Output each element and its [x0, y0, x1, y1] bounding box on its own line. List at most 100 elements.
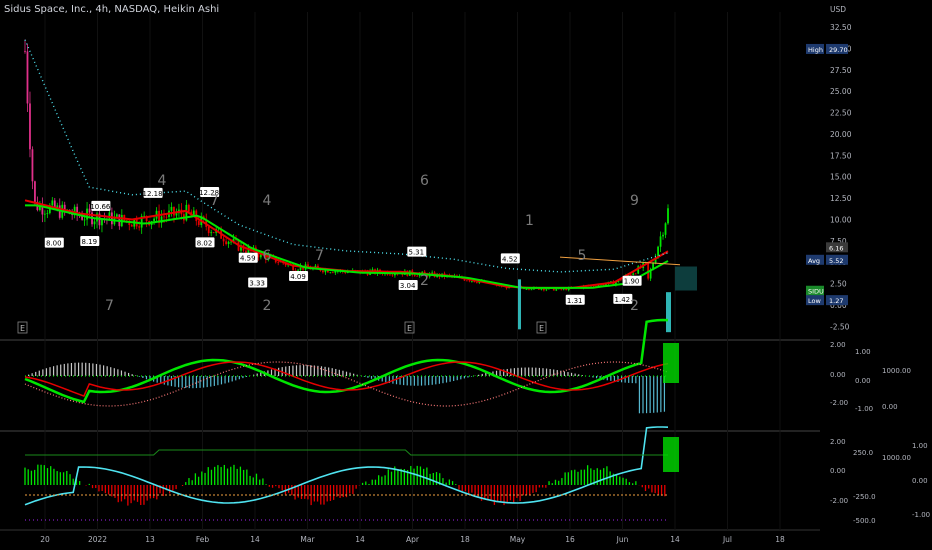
candle-body	[528, 289, 530, 290]
price-tick-label: 32.50	[830, 23, 852, 32]
axes: 32.5030.0027.5025.0022.5020.0017.5015.00…	[40, 5, 930, 544]
time-tick-label: Mar	[300, 535, 315, 544]
candle-body	[93, 221, 96, 225]
candle-body	[245, 250, 247, 253]
price-tick-label: 15.00	[830, 173, 852, 182]
avg-badge-value: 5.52	[829, 257, 843, 265]
price-callout: 10.66	[90, 203, 111, 211]
p3-tick: 0.00	[830, 467, 846, 475]
p2-tick: 1000.00	[882, 367, 911, 375]
candle-body	[46, 213, 49, 214]
price-callout: 4.59	[240, 255, 256, 263]
low-badge-label: Low	[808, 297, 821, 305]
candle-body	[138, 226, 141, 228]
price-callout: 8.02	[197, 239, 213, 247]
osc-band-dots	[24, 361, 669, 407]
candle-body	[634, 273, 637, 275]
price-callout: 4.52	[502, 255, 518, 263]
candle-body	[222, 238, 225, 242]
last-price-value: 6.16	[829, 244, 843, 252]
td-count: 7	[105, 298, 114, 314]
candle-body	[322, 270, 324, 273]
time-tick-label: Jul	[722, 535, 732, 544]
high-badge-label: High	[808, 46, 823, 54]
candle-body	[175, 213, 178, 216]
oscillator-panel[interactable]	[24, 318, 679, 414]
time-tick-label: Jun	[616, 535, 629, 544]
osc-spike	[663, 343, 679, 383]
volume-spike	[666, 292, 671, 333]
candle-body	[297, 269, 299, 271]
candle-body	[466, 280, 468, 282]
price-callout: 8.19	[81, 238, 97, 246]
candle-body	[163, 216, 165, 218]
td-count: 7	[315, 248, 324, 264]
time-tick-label: 20	[40, 535, 50, 544]
price-callout: 12.18	[143, 190, 163, 198]
p3-tick: -2.00	[830, 497, 848, 505]
candle-body	[115, 214, 118, 217]
price-tick-label: -2.50	[830, 322, 850, 331]
time-tick-label: Feb	[196, 535, 210, 544]
price-tick-label: 10.00	[830, 215, 852, 224]
price-callout: 5.31	[409, 249, 425, 257]
p3-tick: 0.00	[912, 477, 928, 485]
candle-body	[632, 273, 635, 275]
earnings-marker: E	[407, 324, 412, 333]
p3-tick: 2.00	[830, 438, 846, 446]
momentum-spike	[663, 437, 679, 472]
candle-body	[170, 206, 173, 211]
p2-tick: -2.00	[830, 399, 848, 407]
td-count: 9	[630, 193, 639, 209]
candle-body	[413, 275, 416, 276]
p2-tick: 0.00	[830, 371, 846, 379]
price-panel[interactable]: 10.668.00 8.1912.18 12.288.024.093.334.593…	[17, 39, 697, 334]
price-tick-label: 2.50	[830, 280, 847, 289]
candle-body	[329, 272, 332, 274]
candle-body	[212, 232, 215, 234]
candle-body	[468, 280, 471, 282]
td-count: 2	[630, 298, 639, 314]
candle-body	[545, 289, 548, 291]
candle-body	[470, 280, 473, 282]
td-count: 2	[420, 273, 429, 289]
p3-tick: -1.00	[912, 511, 930, 519]
td-count: 6	[263, 248, 272, 264]
candle-body	[153, 218, 155, 222]
price-tick-label: 20.00	[830, 130, 852, 139]
candle-body	[225, 241, 227, 245]
p2-tick: 1.00	[855, 348, 871, 356]
high-badge-value: 29.70	[829, 46, 848, 54]
candle-body	[647, 262, 650, 279]
time-tick-label: 18	[775, 535, 785, 544]
time-tick-label: 2022	[88, 535, 107, 544]
candle-body	[475, 282, 478, 283]
trailing-stop-dots	[24, 39, 669, 273]
candle-body	[530, 289, 533, 291]
time-tick-label: 18	[460, 535, 470, 544]
candle-body	[294, 269, 297, 271]
candle-body	[629, 274, 632, 276]
price-callout: 3.04	[400, 282, 416, 290]
td-count: 5	[578, 248, 587, 264]
price-callout: 8.00	[46, 240, 62, 248]
candle-body	[331, 272, 334, 274]
candle-body	[29, 103, 31, 150]
price-tick-label: 17.50	[830, 151, 852, 160]
momentum-panel[interactable]	[24, 426, 679, 521]
earnings-marker: E	[20, 324, 25, 333]
chart-canvas[interactable]: 10.668.00 8.1912.18 12.288.024.093.334.593…	[0, 0, 932, 550]
candle-body	[187, 204, 190, 212]
p3-tick: -250.0	[853, 493, 876, 501]
candle-body	[26, 51, 29, 104]
candle-body	[277, 262, 280, 264]
price-tick-label: 27.50	[830, 66, 852, 75]
currency-label: USD	[830, 5, 846, 14]
p3-tick: 1.00	[912, 442, 928, 450]
candle-body	[110, 212, 113, 225]
candle-body	[667, 208, 669, 224]
td-count: 7	[210, 193, 219, 209]
candle-body	[416, 275, 419, 277]
p2-tick: 2.00	[830, 341, 846, 349]
volume-spike	[518, 279, 521, 330]
